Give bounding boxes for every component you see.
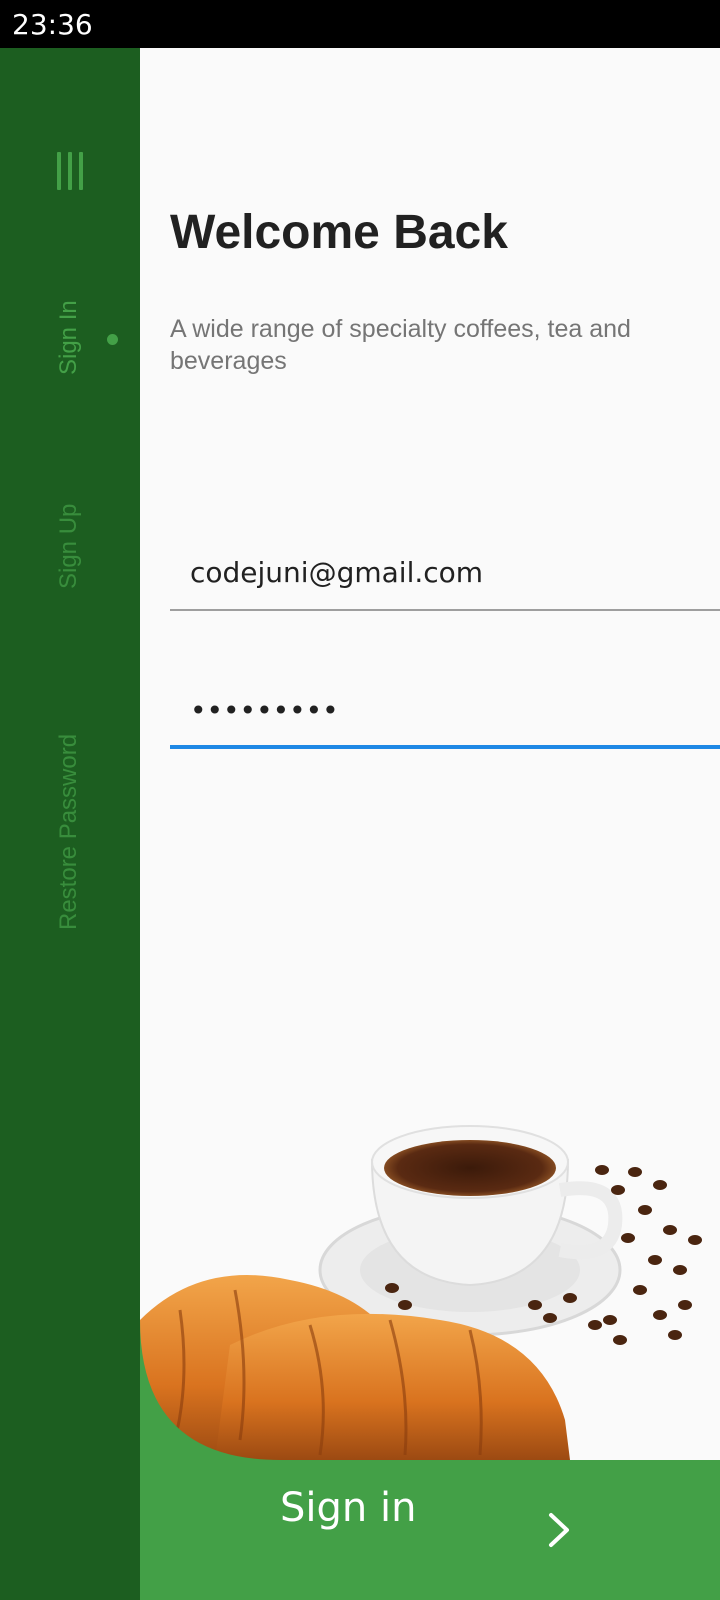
chevron-right-icon[interactable] [545, 1512, 573, 1548]
menu-icon[interactable] [55, 152, 85, 190]
email-field[interactable] [170, 537, 720, 611]
active-indicator-dot [107, 334, 118, 345]
sign-in-button[interactable] [140, 1460, 720, 1600]
bottom-curve [140, 1320, 280, 1460]
page-subtitle: A wide range of specialty coffees, tea a… [170, 315, 631, 375]
sidebar-item-sign-in[interactable]: Sign In [55, 300, 83, 375]
email-underline [170, 609, 720, 611]
status-bar: 23:36 [0, 0, 720, 48]
page-title: Welcome Back [170, 206, 508, 259]
email-input[interactable] [170, 537, 720, 607]
sidebar-item-restore-password[interactable]: Restore Password [55, 734, 83, 930]
password-underline [170, 745, 720, 749]
sidebar-item-sign-up[interactable]: Sign Up [55, 504, 83, 589]
password-field[interactable] [170, 675, 720, 749]
status-time: 23:36 [12, 8, 93, 41]
sign-in-button-label[interactable]: Sign in [280, 1485, 416, 1531]
password-input[interactable] [170, 675, 720, 745]
